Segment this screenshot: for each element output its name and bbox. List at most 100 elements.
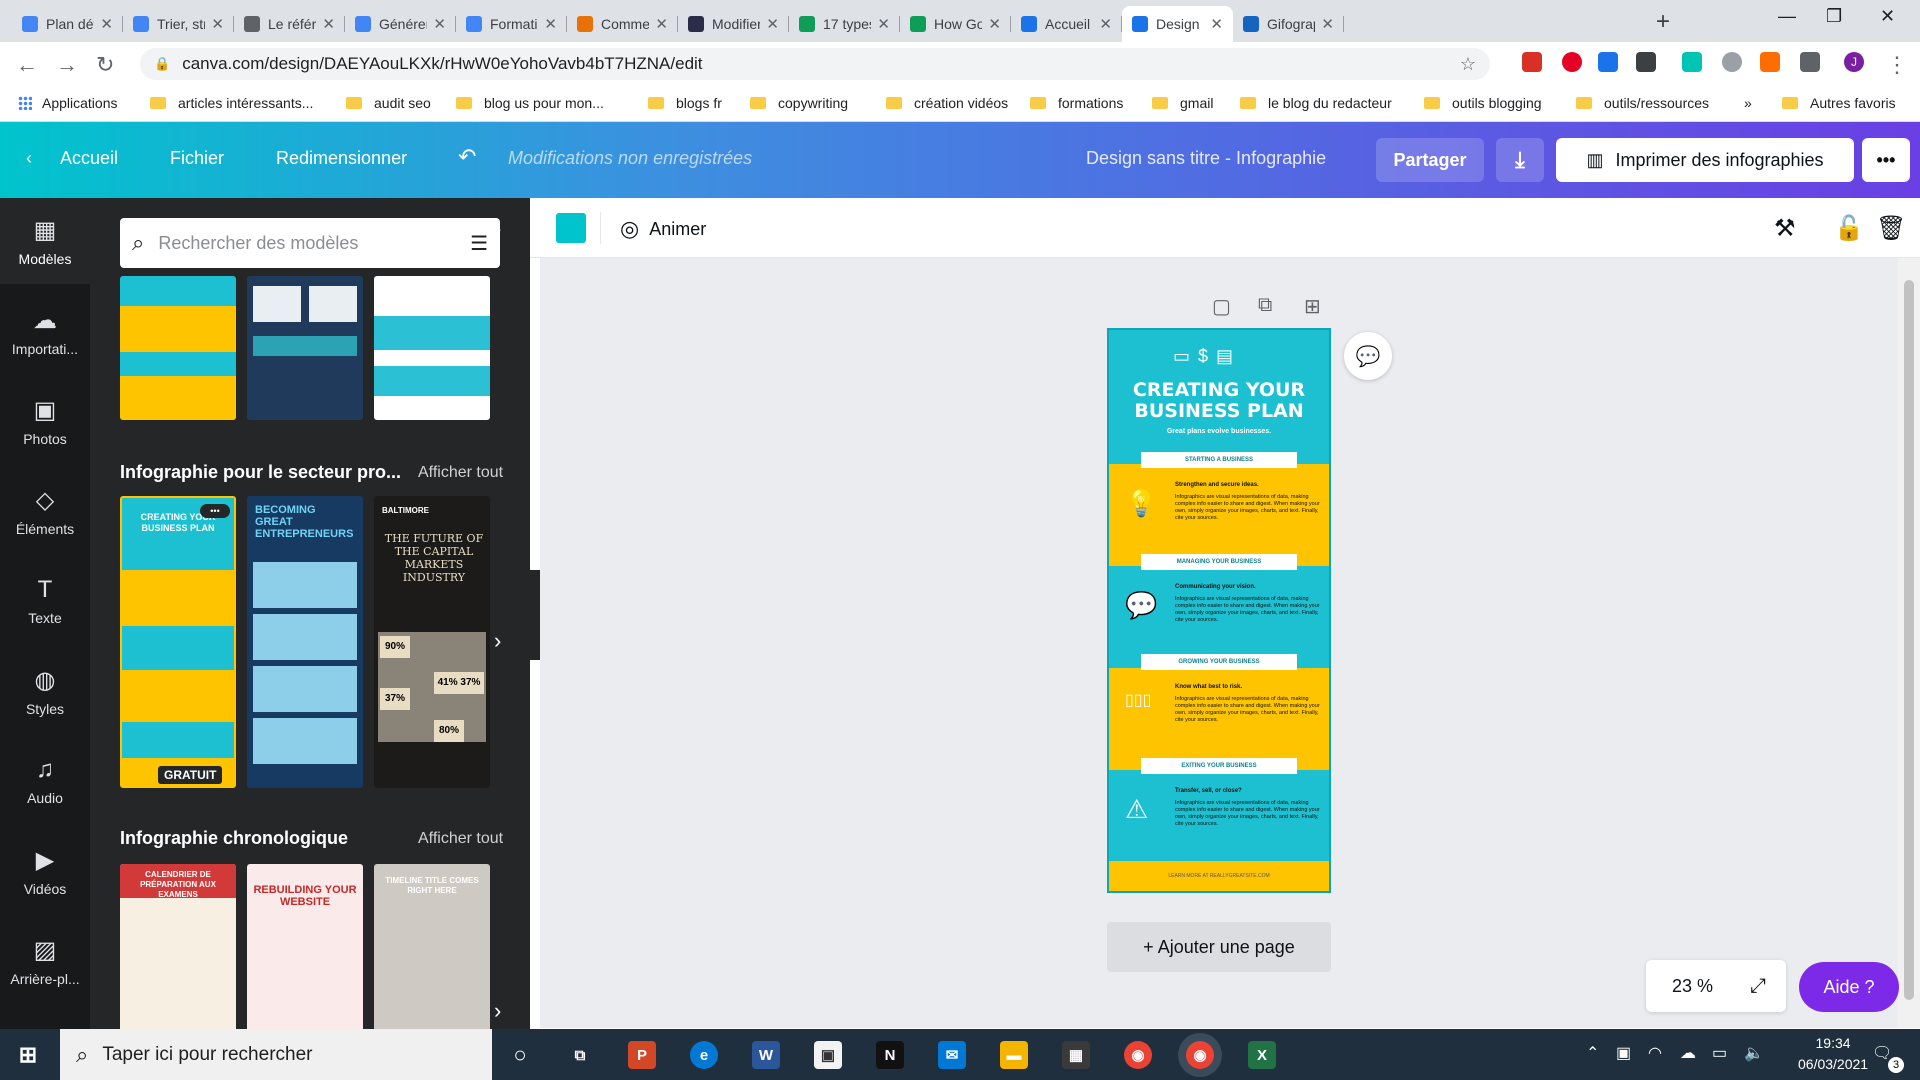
maximize-button[interactable]: ❐ <box>1826 6 1842 27</box>
paint-roller-icon[interactable]: ⚒ <box>1774 214 1796 243</box>
filter-icon[interactable]: ☰ <box>470 231 488 256</box>
wifi-icon[interactable]: ◠ <box>1648 1043 1662 1063</box>
browser-tab[interactable]: Gifograp ✕ <box>1233 6 1344 42</box>
chevron-right-icon[interactable]: › <box>494 628 501 654</box>
extension-icon[interactable] <box>1682 52 1702 72</box>
task-view-icon[interactable]: ⧉ <box>566 1041 594 1069</box>
close-tab-icon[interactable]: ✕ <box>211 15 224 33</box>
template-thumbnail[interactable] <box>374 276 490 420</box>
bookmark-folder[interactable]: copywriting <box>750 95 848 111</box>
zoom-control[interactable]: 23 % ⤢ <box>1646 960 1786 1012</box>
bookmark-folder[interactable]: création vidéos <box>886 95 1008 111</box>
more-bookmarks-button[interactable]: » <box>1744 95 1752 111</box>
close-tab-icon[interactable]: ✕ <box>322 15 335 33</box>
bookmark-folder[interactable]: outils blogging <box>1424 95 1542 111</box>
close-tab-icon[interactable]: ✕ <box>544 15 557 33</box>
address-bar[interactable]: 🔒 canva.com/design/DAEYAouLKXk/rHwW0eYoh… <box>140 48 1490 80</box>
extension-icon[interactable] <box>1722 52 1742 72</box>
template-search-input[interactable]: ⌕ Rechercher des modèles ☰ <box>120 218 500 268</box>
sidebar-item-1[interactable]: ☁ Importati... <box>0 288 90 374</box>
template-thumbnail[interactable] <box>247 276 363 420</box>
taskbar-search-input[interactable]: ⌕ Taper ici pour rechercher <box>60 1029 492 1080</box>
extension-icon[interactable] <box>1636 52 1656 72</box>
browser-tab[interactable]: 17 types ✕ <box>789 6 900 42</box>
close-tab-icon[interactable]: ✕ <box>766 15 779 33</box>
section-body[interactable]: Infographics are visual representations … <box>1175 596 1321 624</box>
sidebar-item-7[interactable]: ▶ Vidéos <box>0 828 90 914</box>
more-options-button[interactable]: ••• <box>1862 138 1910 182</box>
add-page-button[interactable]: + Ajouter une page <box>1107 922 1331 972</box>
template-thumbnail[interactable]: TIMELINE TITLE COMES RIGHT HERE <box>374 864 490 1029</box>
windows-start-icon[interactable]: ⊞ <box>14 1041 42 1069</box>
sidebar-item-0[interactable]: ▦ Modèles <box>0 198 90 284</box>
design-title[interactable]: Design sans titre - Infographie <box>1086 148 1326 169</box>
bookmark-folder[interactable]: blog us pour mon... <box>456 95 604 111</box>
chevron-right-icon[interactable]: › <box>494 216 501 242</box>
help-button[interactable]: Aide ? <box>1799 962 1899 1012</box>
close-tab-icon[interactable]: ✕ <box>877 15 890 33</box>
download-icon[interactable]: ⤓ <box>1496 138 1544 182</box>
reload-icon[interactable]: ↻ <box>96 52 114 78</box>
infographic-page[interactable]: ▭$▤ CREATING YOUR BUSINESS PLAN Great pl… <box>1107 328 1331 893</box>
pinterest-icon[interactable] <box>1562 52 1582 72</box>
chrome-active-icon[interactable]: ◉ <box>1186 1041 1214 1069</box>
section-body[interactable]: Infographics are visual representations … <box>1175 494 1321 522</box>
close-tab-icon[interactable]: ✕ <box>1099 15 1112 33</box>
home-link[interactable]: Accueil <box>60 148 118 169</box>
section-lead[interactable]: Strengthen and secure ideas. <box>1175 482 1259 488</box>
color-swatch[interactable] <box>556 213 586 243</box>
section-icon[interactable]: 💬 <box>1125 590 1157 621</box>
file-explorer-icon[interactable]: ▬ <box>1000 1041 1028 1069</box>
extension-icon[interactable] <box>1522 52 1542 72</box>
section-icon[interactable]: ⚠ <box>1125 794 1148 825</box>
add-page-icon[interactable]: ⊞ <box>1304 294 1321 319</box>
battery-icon[interactable]: ▭ <box>1712 1043 1727 1063</box>
close-tab-icon[interactable]: ✕ <box>655 15 668 33</box>
sidebar-item-3[interactable]: ◇ Éléments <box>0 468 90 554</box>
forward-icon[interactable]: → <box>56 52 78 78</box>
lock-icon[interactable]: 🔓 <box>1834 214 1864 243</box>
more-options-icon[interactable]: ••• <box>200 504 230 518</box>
scrollbar-thumb[interactable] <box>1904 280 1914 1000</box>
close-tab-icon[interactable]: ✕ <box>1321 15 1334 33</box>
infographic-title[interactable]: CREATING YOUR BUSINESS PLAN <box>1109 380 1329 422</box>
menu-kebab-icon[interactable]: ⋮ <box>1886 52 1908 78</box>
section-heading[interactable]: EXITING YOUR BUSINESS <box>1141 758 1297 774</box>
bookmark-folder[interactable]: le blog du redacteur <box>1240 95 1392 111</box>
see-all-link[interactable]: Afficher tout <box>418 830 503 848</box>
minimize-button[interactable]: — <box>1778 6 1796 27</box>
note-icon[interactable]: ▢ <box>1212 294 1231 319</box>
close-tab-icon[interactable]: ✕ <box>988 15 1001 33</box>
new-tab-button[interactable]: + <box>1656 8 1670 36</box>
back-icon[interactable]: ← <box>16 52 38 78</box>
print-infographics-button[interactable]: ▥ Imprimer des infographies <box>1556 138 1854 182</box>
calculator-icon[interactable]: ▦ <box>1062 1041 1090 1069</box>
close-tab-icon[interactable]: ✕ <box>1210 15 1223 33</box>
sidebar-item-4[interactable]: T Texte <box>0 558 90 644</box>
cortana-icon[interactable]: ○ <box>506 1041 534 1069</box>
close-tab-icon[interactable]: ✕ <box>100 15 113 33</box>
template-thumbnail[interactable]: BECOMING GREAT ENTREPRENEURS <box>247 496 363 788</box>
bookmark-folder[interactable]: blogs fr <box>648 95 722 111</box>
sidebar-item-8[interactable]: ▨ Arrière-pl... <box>0 918 90 1004</box>
file-menu[interactable]: Fichier <box>170 148 224 169</box>
section-lead[interactable]: Know what best to risk. <box>1175 684 1242 690</box>
profile-avatar[interactable]: J <box>1844 52 1864 72</box>
bookmark-folder[interactable]: Autres favoris <box>1782 95 1896 111</box>
resize-menu[interactable]: Redimensionner <box>276 148 407 169</box>
bookmark-folder[interactable]: articles intéressants... <box>150 95 313 111</box>
extension-icon[interactable] <box>1760 52 1780 72</box>
onedrive-icon[interactable]: ☁ <box>1680 1043 1696 1063</box>
section-lead[interactable]: Communicating your vision. <box>1175 584 1256 590</box>
trash-icon[interactable]: 🗑 <box>1876 214 1906 243</box>
browser-tab[interactable]: Modifier ✕ <box>678 6 789 42</box>
powerpoint-icon[interactable]: P <box>628 1041 656 1069</box>
section-heading[interactable]: MANAGING YOUR BUSINESS <box>1141 554 1297 570</box>
sidebar-item-2[interactable]: ▣ Photos <box>0 378 90 464</box>
bookmark-folder[interactable]: gmail <box>1152 95 1213 111</box>
edge-icon[interactable]: e <box>690 1041 718 1069</box>
template-thumbnail[interactable]: CREATING YOUR BUSINESS PLAN ••• GRATUIT <box>120 496 236 788</box>
notion-icon[interactable]: N <box>876 1041 904 1069</box>
section-heading[interactable]: STARTING A BUSINESS <box>1141 452 1297 468</box>
puzzle-icon[interactable] <box>1800 52 1820 72</box>
